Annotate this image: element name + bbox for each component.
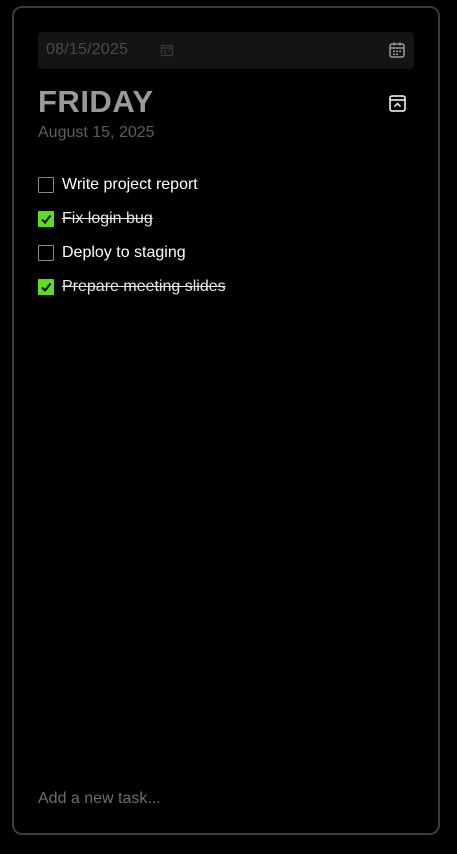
date-picker[interactable]: 08/15/2025 bbox=[38, 32, 414, 69]
task-label: Prepare meeting slides bbox=[62, 278, 226, 295]
full-date: August 15, 2025 bbox=[38, 124, 155, 141]
calendar-icon bbox=[160, 43, 174, 57]
task-item[interactable]: Prepare meeting slides bbox=[38, 270, 414, 304]
todo-panel: 08/15/2025 FRIDAY August 15, 2025 Write … bbox=[12, 6, 440, 835]
calendar-icon bbox=[389, 42, 405, 58]
task-label: Write project report bbox=[62, 176, 198, 193]
task-item[interactable]: Fix login bug bbox=[38, 202, 414, 236]
task-label: Fix login bug bbox=[62, 210, 153, 227]
checkmark-icon bbox=[41, 214, 52, 225]
task-checkbox[interactable] bbox=[38, 177, 54, 193]
task-item[interactable]: Deploy to staging bbox=[38, 236, 414, 270]
new-task-input[interactable] bbox=[38, 787, 414, 811]
day-title: FRIDAY bbox=[38, 84, 154, 119]
collapse-icon bbox=[388, 94, 406, 112]
task-list: Write project report Fix login bug Deplo… bbox=[38, 168, 414, 304]
task-checkbox[interactable] bbox=[38, 279, 54, 295]
task-checkbox[interactable] bbox=[38, 211, 54, 227]
collapse-button[interactable] bbox=[387, 93, 407, 113]
date-value[interactable]: 08/15/2025 bbox=[46, 41, 128, 59]
task-item[interactable]: Write project report bbox=[38, 168, 414, 202]
task-checkbox[interactable] bbox=[38, 245, 54, 261]
task-label: Deploy to staging bbox=[62, 244, 186, 261]
checkmark-icon bbox=[41, 282, 52, 293]
calendar-button[interactable] bbox=[386, 39, 408, 61]
